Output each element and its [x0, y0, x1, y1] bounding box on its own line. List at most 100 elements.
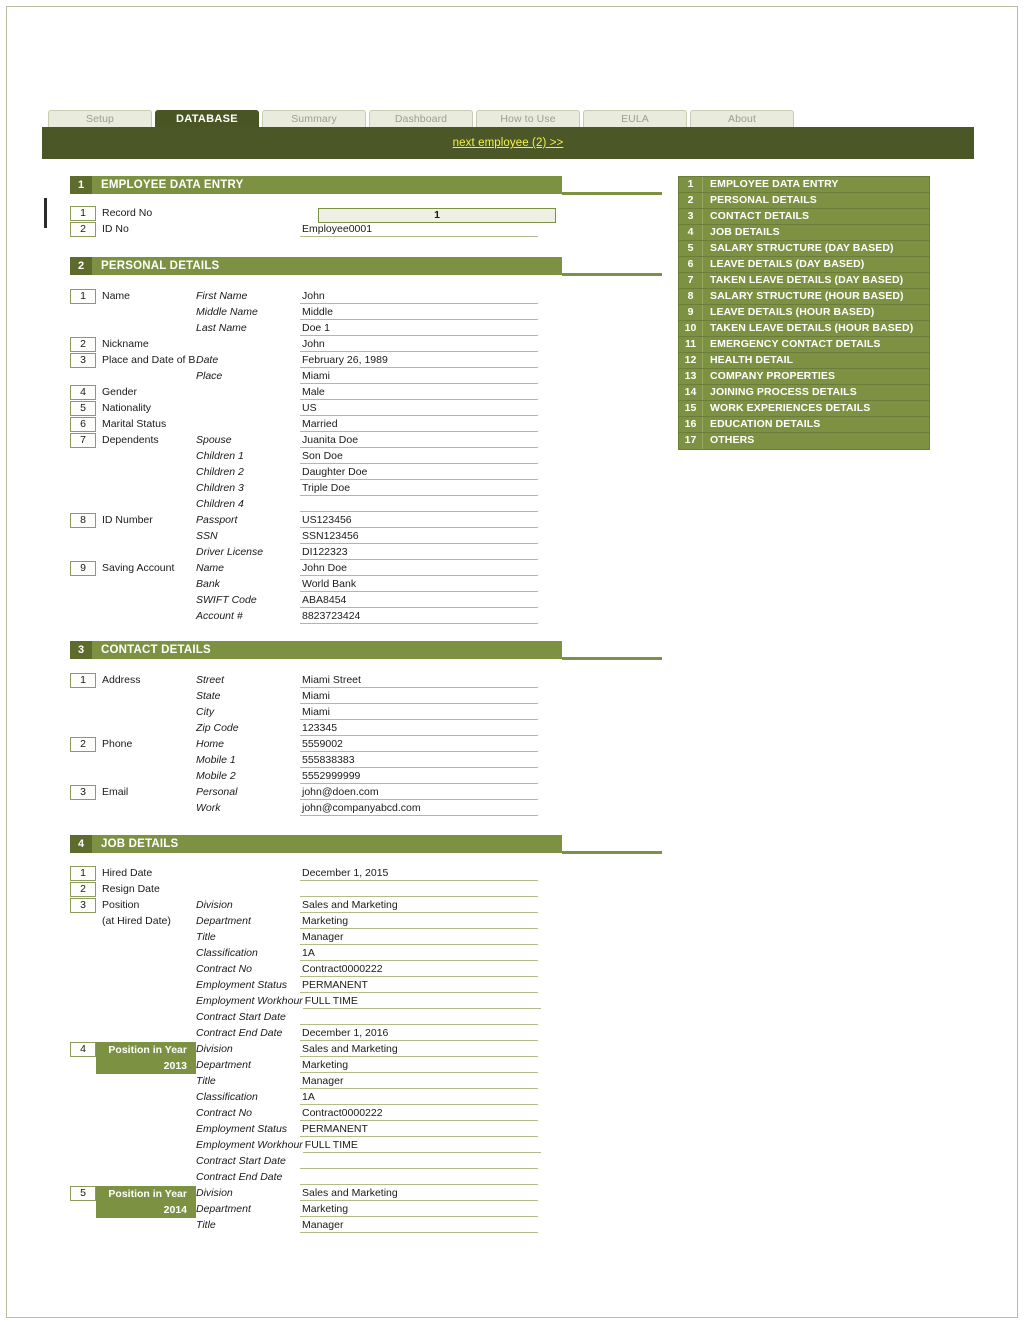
row-value-field[interactable]: December 1, 2016	[300, 1026, 538, 1041]
row-value-field[interactable]: FULL TIME	[302, 1138, 541, 1153]
nav-item-10[interactable]: 10 TAKEN LEAVE DETAILS (HOUR BASED)	[679, 321, 929, 337]
row-value-field[interactable]: Triple Doe	[300, 481, 538, 496]
nav-item-13[interactable]: 13 COMPANY PROPERTIES	[679, 369, 929, 385]
nav-item-15[interactable]: 15 WORK EXPERIENCES DETAILS	[679, 401, 929, 417]
row-value-field[interactable]: Sales and Marketing	[300, 1042, 538, 1057]
nav-item-14[interactable]: 14 JOINING PROCESS DETAILS	[679, 385, 929, 401]
row-value-field[interactable]: SSN123456	[300, 529, 538, 544]
row-value-field[interactable]: Contract0000222	[300, 962, 538, 977]
row-value-field[interactable]	[300, 1170, 538, 1185]
row-value-field[interactable]: Daughter Doe	[300, 465, 538, 480]
row-value-field[interactable]: PERMANENT	[300, 978, 538, 993]
row-value-field[interactable]: Married	[300, 417, 538, 432]
row-value-field[interactable]: John	[300, 337, 538, 352]
row-value-field[interactable]: Manager	[300, 1218, 538, 1233]
row-value-field[interactable]: 1A	[300, 946, 538, 961]
row-value-field[interactable]	[300, 1154, 538, 1169]
row-value-field[interactable]: DI122323	[300, 545, 538, 560]
row-value-field[interactable]: John	[300, 289, 538, 304]
row-number	[70, 305, 96, 320]
row-value-field[interactable]: Sales and Marketing	[300, 898, 538, 913]
navigation-banner: next employee (2) >>	[42, 127, 974, 159]
sheet-tab-eula[interactable]: EULA	[583, 110, 687, 127]
row-sublabel: Children 3	[196, 482, 244, 494]
sheet-tab-about[interactable]: About	[690, 110, 794, 127]
row-number	[70, 705, 96, 720]
row-value-field[interactable]: Marketing	[300, 914, 538, 929]
row-value-field[interactable]: john@companyabcd.com	[300, 801, 538, 816]
nav-item-16[interactable]: 16 EDUCATION DETAILS	[679, 417, 929, 433]
nav-item-11[interactable]: 11 EMERGENCY CONTACT DETAILS	[679, 337, 929, 353]
row-value-field[interactable]	[300, 497, 538, 512]
row-value-field[interactable]: Juanita Doe	[300, 433, 538, 448]
row-value-field[interactable]: john@doen.com	[300, 785, 538, 800]
row-value-field[interactable]: Contract0000222	[300, 1106, 538, 1121]
row-number	[70, 369, 96, 384]
row-value-field[interactable]: Male	[300, 385, 538, 400]
nav-item-8[interactable]: 8 SALARY STRUCTURE (HOUR BASED)	[679, 289, 929, 305]
nav-item-12[interactable]: 12 HEALTH DETAIL	[679, 353, 929, 369]
row-value-field[interactable]: Sales and Marketing	[300, 1186, 538, 1201]
row-value-field[interactable]: 5559002	[300, 737, 538, 752]
nav-item-2[interactable]: 2 PERSONAL DETAILS	[679, 193, 929, 209]
nav-item-3[interactable]: 3 CONTACT DETAILS	[679, 209, 929, 225]
row-value-field[interactable]: 5552999999	[300, 769, 538, 784]
row-value-field[interactable]: FULL TIME	[302, 994, 541, 1009]
row-value-field[interactable]: Miami Street	[300, 673, 538, 688]
data-row: Middle Name Middle	[70, 305, 538, 321]
section-title: EMPLOYEE DATA ENTRY	[92, 176, 562, 194]
row-value-field[interactable]: Manager	[300, 1074, 538, 1089]
sheet-tab-database[interactable]: DATABASE	[155, 110, 259, 127]
row-value-field[interactable]: Employee0001	[300, 222, 538, 237]
row-value-field[interactable]: PERMANENT	[300, 1122, 538, 1137]
data-row: Work john@companyabcd.com	[70, 801, 538, 817]
nav-item-1[interactable]: 1 EMPLOYEE DATA ENTRY	[679, 177, 929, 193]
row-number	[70, 465, 96, 480]
sheet-tab-summary[interactable]: Summary	[262, 110, 366, 127]
row-value-field[interactable]: US	[300, 401, 538, 416]
nav-item-6[interactable]: 6 LEAVE DETAILS (DAY BASED)	[679, 257, 929, 273]
nav-item-5[interactable]: 5 SALARY STRUCTURE (DAY BASED)	[679, 241, 929, 257]
row-value-field[interactable]: December 1, 2015	[300, 866, 538, 881]
row-value-field[interactable]: Manager	[300, 930, 538, 945]
row-value-field[interactable]	[300, 882, 538, 897]
nav-item-17[interactable]: 17 OTHERS	[679, 433, 929, 449]
nav-item-4[interactable]: 4 JOB DETAILS	[679, 225, 929, 241]
data-row: Bank World Bank	[70, 577, 538, 593]
sheet-tab-setup[interactable]: Setup	[48, 110, 152, 127]
section-2-rows: 1 Name First Name John Middle Name Middle Last…	[70, 289, 538, 625]
row-number	[70, 930, 96, 945]
row-value-field[interactable]: World Bank	[300, 577, 538, 592]
row-label: Name	[102, 290, 131, 302]
next-employee-link[interactable]: next employee (2) >>	[453, 137, 564, 149]
row-value-field[interactable]: US123456	[300, 513, 538, 528]
sheet-tab-how-to-use[interactable]: How to Use	[476, 110, 580, 127]
row-value-field[interactable]: 1A	[300, 1090, 538, 1105]
data-row: 2 ID No Employee0001	[70, 222, 538, 238]
record-no-input[interactable]: 1	[318, 208, 556, 223]
data-row: Employment Workhour FULL TIME	[70, 1138, 541, 1154]
row-value-field[interactable]: Marketing	[300, 1202, 538, 1217]
data-row: State Miami	[70, 689, 538, 705]
row-value-field[interactable]: John Doe	[300, 561, 538, 576]
sheet-tab-dashboard[interactable]: Dashboard	[369, 110, 473, 127]
row-value-field[interactable]: Marketing	[300, 1058, 538, 1073]
row-sublabel: Contract Start Date	[196, 1155, 286, 1167]
row-value-field[interactable]: 8823723424	[300, 609, 538, 624]
row-value-field[interactable]: Miami	[300, 705, 538, 720]
row-value-field[interactable]: February 26, 1989	[300, 353, 538, 368]
nav-item-number: 6	[679, 257, 703, 272]
row-value-field[interactable]: 123345	[300, 721, 538, 736]
row-value-field[interactable]: Middle	[300, 305, 538, 320]
row-value-field[interactable]: Son Doe	[300, 449, 538, 464]
row-value-field[interactable]: Doe 1	[300, 321, 538, 336]
nav-item-7[interactable]: 7 TAKEN LEAVE DETAILS (DAY BASED)	[679, 273, 929, 289]
row-value-field[interactable]: 555838383	[300, 753, 538, 768]
data-row: Contract Start Date	[70, 1010, 541, 1026]
row-value-field[interactable]	[300, 1010, 538, 1025]
nav-item-9[interactable]: 9 LEAVE DETAILS (HOUR BASED)	[679, 305, 929, 321]
row-value-field[interactable]: Miami	[300, 369, 538, 384]
nav-item-label: COMPANY PROPERTIES	[710, 370, 836, 382]
row-value-field[interactable]: ABA8454	[300, 593, 538, 608]
row-value-field[interactable]: Miami	[300, 689, 538, 704]
